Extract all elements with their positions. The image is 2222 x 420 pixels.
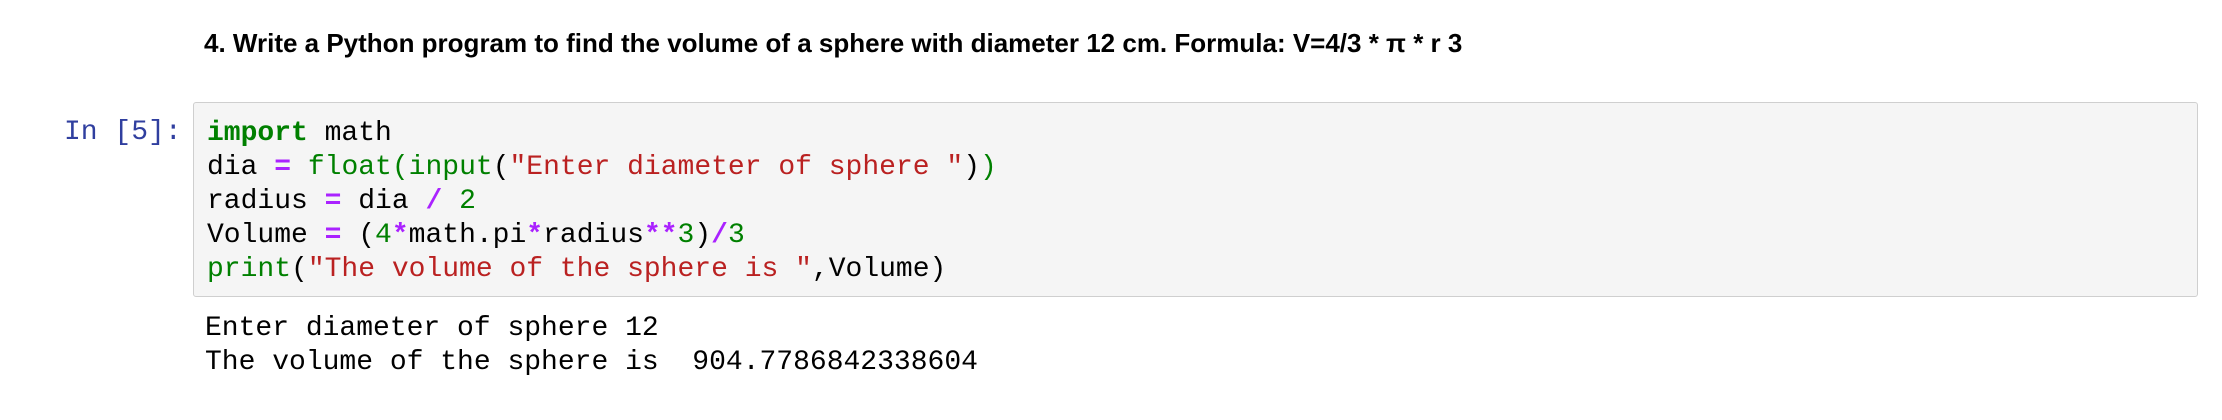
assign-operator: = — [274, 152, 292, 183]
number-literal: 3 — [727, 220, 745, 251]
paren: ( — [291, 254, 308, 285]
markdown-heading: 4. Write a Python program to find the vo… — [204, 28, 1463, 58]
number-literal: 3 — [677, 220, 695, 251]
expr-dia: dia — [341, 186, 426, 217]
code-line-1: import math — [207, 117, 2197, 151]
number-literal: 2 — [459, 186, 476, 217]
input-prompt: In [5]: — [64, 117, 182, 148]
string-literal: "The volume of the sphere is " — [307, 254, 812, 285]
builtin-input: input — [408, 152, 493, 183]
keyword-import: import — [207, 118, 308, 149]
var-dia: dia — [207, 152, 275, 183]
builtin-float: float — [307, 152, 392, 183]
code-cell-editor[interactable]: import math dia = float(input("Enter dia… — [193, 102, 2198, 297]
notebook-page: 4. Write a Python program to find the vo… — [0, 0, 2222, 420]
expr-radius: radius — [543, 220, 644, 251]
module-name: math — [307, 118, 392, 149]
paren: ) — [694, 220, 712, 251]
code-line-3: radius = dia / 2 — [207, 185, 2197, 219]
code-line-4: Volume = (4*math.pi*radius**3)/3 — [207, 219, 2197, 253]
assign-operator: = — [324, 220, 342, 251]
divide-operator: / — [711, 220, 728, 251]
output-line: Enter diameter of sphere 12 — [205, 313, 659, 344]
var-radius: radius — [207, 186, 325, 217]
multiply-operator: * — [391, 220, 409, 251]
builtin-print: print — [207, 254, 292, 285]
code-line-5: print("The volume of the sphere is ",Vol… — [207, 253, 2197, 287]
code-line-2: dia = float(input("Enter diameter of sph… — [207, 151, 2197, 185]
print-args: ,Volume) — [811, 254, 947, 285]
paren: ( — [341, 220, 376, 251]
paren: ( — [391, 152, 409, 183]
multiply-operator: * — [526, 220, 544, 251]
string-literal: "Enter diameter of sphere " — [509, 152, 964, 183]
output-line: The volume of the sphere is 904.77868423… — [205, 347, 978, 378]
number-literal: 4 — [375, 220, 392, 251]
paren: ) — [980, 152, 997, 183]
power-operator: ** — [643, 220, 678, 251]
divide-operator: / — [425, 186, 443, 217]
var-volume: Volume — [207, 220, 325, 251]
assign-operator: = — [324, 186, 342, 217]
expr-math-pi: math.pi — [408, 220, 527, 251]
paren: ) — [963, 152, 980, 183]
paren: ( — [492, 152, 510, 183]
cell-output: Enter diameter of sphere 12 The volume o… — [205, 312, 978, 380]
